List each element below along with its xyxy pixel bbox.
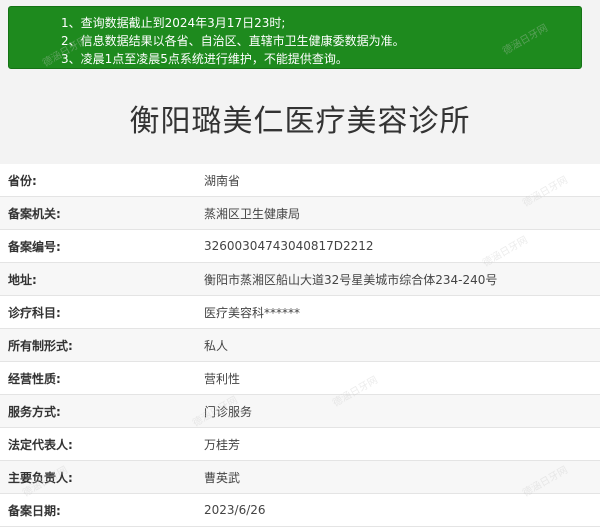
notice-line-3: 3、凌晨1点至凌晨5点系统进行维护，不能提供查询。 — [61, 52, 348, 66]
row-value-ownership: 私人 — [196, 328, 600, 362]
table-row: 备案日期: 2023/6/26 — [0, 493, 600, 527]
notice-banner: 1、查询数据截止到2024年3月17日23时; 2、信息数据结果以各省、自治区、… — [8, 6, 582, 69]
table-row: 诊疗科目: 医疗美容科****** — [0, 295, 600, 329]
row-label-ownership: 所有制形式: — [0, 328, 196, 362]
row-label-business-nature: 经营性质: — [0, 361, 196, 395]
row-value-legal-rep: 万桂芳 — [196, 427, 600, 461]
row-value-business-nature: 营利性 — [196, 361, 600, 395]
row-label-address: 地址: — [0, 262, 196, 296]
table-row: 服务方式: 门诊服务 — [0, 394, 600, 428]
row-value-province: 湖南省 — [196, 164, 600, 197]
table-row: 所有制形式: 私人 — [0, 328, 600, 362]
row-value-record-number: 32600304743040817D2212 — [196, 229, 600, 263]
row-label-record-number: 备案编号: — [0, 229, 196, 263]
table-row: 备案机关: 蒸湘区卫生健康局 — [0, 196, 600, 230]
record-table: 省份: 湖南省 备案机关: 蒸湘区卫生健康局 备案编号: 32600304743040… — [0, 164, 600, 527]
row-label-service-mode: 服务方式: — [0, 394, 196, 428]
table-row: 备案编号: 32600304743040817D2212 — [0, 229, 600, 263]
row-label-principal: 主要负责人: — [0, 460, 196, 494]
table-row: 法定代表人: 万桂芳 — [0, 427, 600, 461]
row-label-province: 省份: — [0, 164, 196, 197]
row-label-authority: 备案机关: — [0, 196, 196, 230]
row-value-service-mode: 门诊服务 — [196, 394, 600, 428]
row-label-record-date: 备案日期: — [0, 493, 196, 527]
row-label-legal-rep: 法定代表人: — [0, 427, 196, 461]
row-value-record-date: 2023/6/26 — [196, 493, 600, 527]
table-row: 省份: 湖南省 — [0, 164, 600, 197]
row-value-address: 衡阳市蒸湘区船山大道32号星美城市综合体234-240号 — [196, 262, 600, 296]
row-value-principal: 曹英武 — [196, 460, 600, 494]
row-label-departments: 诊疗科目: — [0, 295, 196, 329]
row-value-authority: 蒸湘区卫生健康局 — [196, 196, 600, 230]
table-row: 地址: 衡阳市蒸湘区船山大道32号星美城市综合体234-240号 — [0, 262, 600, 296]
table-row: 经营性质: 营利性 — [0, 361, 600, 395]
page-title: 衡阳璐美仁医疗美容诊所 — [129, 104, 471, 139]
row-value-departments: 医疗美容科****** — [196, 295, 600, 329]
notice-line-2: 2、信息数据结果以各省、自治区、直辖市卫生健康委数据为准。 — [61, 34, 405, 48]
table-row: 主要负责人: 曹英武 — [0, 460, 600, 494]
notice-line-1: 1、查询数据截止到2024年3月17日23时; — [61, 16, 286, 30]
